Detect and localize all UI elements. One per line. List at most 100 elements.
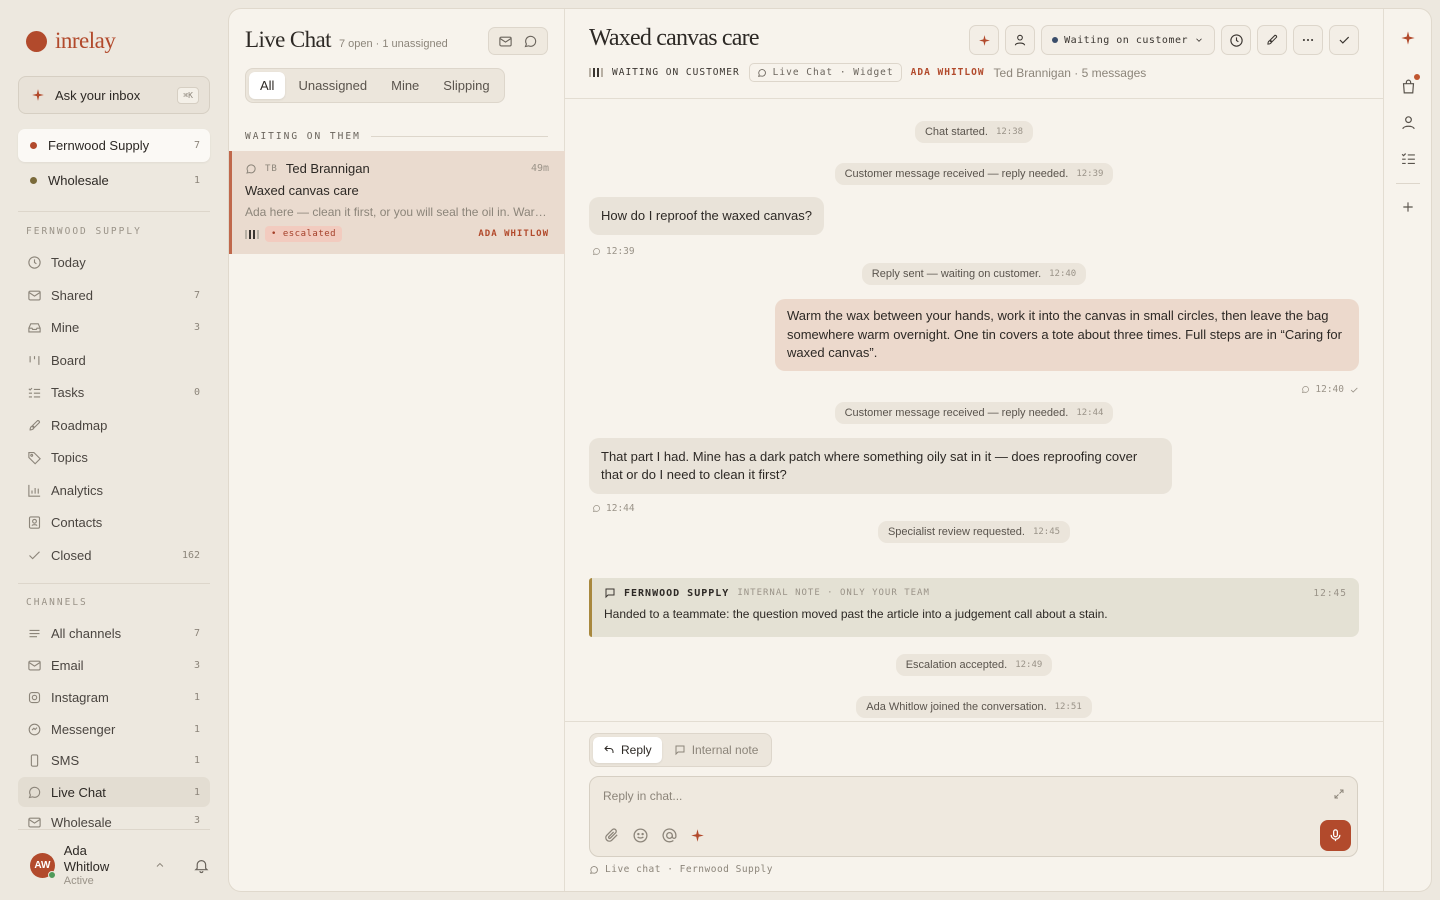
brand-logo[interactable]: inrelay: [26, 28, 116, 54]
chat-icon: [1302, 386, 1310, 394]
conversation-preview: Ada here — clean it first, or you will s…: [245, 205, 549, 219]
ai-assist-button[interactable]: [969, 25, 1000, 55]
reply-tab[interactable]: Reply: [593, 737, 662, 763]
envelope-icon[interactable]: [498, 34, 513, 49]
chat-icon: [592, 248, 600, 256]
nav-item-today[interactable]: Today: [18, 247, 210, 277]
filter-unassigned[interactable]: Unassigned: [287, 72, 378, 99]
ask-inbox-label: Ask your inbox: [55, 87, 141, 103]
workspace-dot-icon: [30, 177, 37, 184]
nav-item-shared[interactable]: Shared 7: [18, 280, 210, 310]
nav-item-mine[interactable]: Mine 3: [18, 312, 210, 342]
bell-icon[interactable]: [193, 857, 210, 874]
channel-item-messenger[interactable]: Messenger 1: [18, 714, 210, 744]
event-time: 12:49: [1015, 660, 1043, 670]
comment-icon: [675, 745, 685, 756]
instagram-icon: [28, 691, 41, 703]
workspace-wholesale[interactable]: Wholesale 1: [18, 164, 210, 197]
ask-inbox-button[interactable]: Ask your inbox ⌘K: [18, 76, 210, 114]
nav-item-closed[interactable]: Closed 162: [18, 540, 210, 570]
user-name: Ada Whitlow: [63, 843, 110, 874]
close-conversation-button[interactable]: [1329, 25, 1359, 55]
channel-item-sms[interactable]: SMS 1: [18, 745, 210, 775]
user-menu[interactable]: AW Ada Whitlow Active: [18, 842, 210, 888]
nav-item-roadmap[interactable]: Roadmap: [18, 410, 210, 440]
conversation-view: Waxed canvas care Waiting on customer WA…: [565, 9, 1383, 891]
divider: [18, 583, 210, 584]
sparkle-icon: [32, 89, 44, 101]
internal-note-tab[interactable]: Internal note: [664, 737, 769, 763]
sparkle-icon: [978, 34, 990, 46]
group-label-text: WAITING ON THEM: [245, 131, 361, 142]
priority-bars-icon: [589, 68, 603, 77]
nav-item-analytics[interactable]: Analytics: [18, 475, 210, 505]
nav-item-board[interactable]: Board: [18, 345, 210, 375]
channel-pill[interactable]: Live Chat · Widget: [748, 63, 902, 82]
workspace-fernwood-supply[interactable]: Fernwood Supply 7: [18, 129, 210, 162]
nav-item-label: Roadmap: [51, 417, 108, 433]
channel-item-wholesale[interactable]: Wholesale 3: [18, 809, 210, 829]
emoji-icon[interactable]: [632, 827, 649, 844]
more-button[interactable]: [1293, 25, 1323, 55]
message-thread: Chat started. 12:38 Customer message rece…: [565, 99, 1383, 721]
conversation-assignee: ADA WHITLOW: [478, 229, 549, 239]
expand-icon[interactable]: [1333, 788, 1345, 800]
microphone-icon: [1330, 829, 1341, 842]
board-icon: [29, 355, 40, 365]
internal-note: FERNWOOD SUPPLY INTERNAL NOTE · ONLY YOU…: [589, 578, 1359, 637]
filter-all[interactable]: All: [249, 72, 286, 99]
filter-slipping[interactable]: Slipping: [432, 72, 500, 99]
chat-icon: [246, 163, 256, 174]
email-icon: [28, 817, 41, 828]
channel-item-label: Messenger: [51, 721, 116, 737]
channel-item-count: 3: [193, 659, 200, 671]
chat-icon[interactable]: [523, 34, 538, 49]
phone-icon: [30, 753, 39, 767]
channel-item-all[interactable]: All channels 7: [18, 618, 210, 648]
add-panel-button[interactable]: [1396, 195, 1420, 219]
assign-button[interactable]: [1005, 25, 1036, 55]
paperclip-icon[interactable]: [603, 827, 620, 844]
channel-item-email[interactable]: Email 3: [18, 650, 210, 680]
nav-item-label: Today: [51, 254, 86, 270]
status-dropdown[interactable]: Waiting on customer: [1041, 25, 1215, 55]
nav-item-topics[interactable]: Topics: [18, 442, 210, 472]
orders-button[interactable]: [1396, 74, 1420, 98]
mention-icon[interactable]: [661, 827, 678, 844]
channel-item-instagram[interactable]: Instagram 1: [18, 682, 210, 712]
snooze-button[interactable]: [1221, 25, 1251, 55]
reply-editor[interactable]: Reply in chat...: [589, 776, 1358, 857]
event-text: Escalation accepted.: [905, 659, 1008, 671]
clock-icon: [28, 255, 41, 269]
conversation-title: Waxed canvas care: [589, 25, 759, 51]
channel-item-label: SMS: [51, 752, 80, 768]
chart-icon: [28, 484, 41, 497]
nav-item-tasks[interactable]: Tasks 0: [18, 377, 210, 407]
tasks-panel-button[interactable]: [1396, 146, 1420, 170]
event-time: 12:44: [1076, 408, 1104, 418]
messenger-icon: [28, 723, 41, 735]
roadmap-button[interactable]: [1257, 25, 1287, 55]
workspace-count: 1: [193, 175, 200, 186]
nav-item-label: Shared: [51, 287, 93, 303]
conversation-meta: WAITING ON CUSTOMER Live Chat · Widget A…: [589, 63, 1146, 82]
user-icon: [1014, 34, 1026, 46]
sparkle-icon[interactable]: [690, 828, 705, 843]
nav-item-contacts[interactable]: Contacts: [18, 507, 210, 537]
voice-record-button[interactable]: [1320, 820, 1351, 851]
channel-item-live-chat[interactable]: Live Chat 1: [18, 777, 210, 807]
channel-item-count: 7: [193, 627, 200, 639]
reply-placeholder[interactable]: Reply in chat...: [603, 789, 682, 803]
contact-panel-button[interactable]: [1396, 110, 1420, 134]
tasks-icon: [1401, 152, 1415, 164]
reply-arrow-icon: [604, 745, 614, 753]
conversation-item[interactable]: TB Ted Brannigan 49m Waxed canvas care A…: [229, 151, 565, 254]
divider: [565, 721, 1383, 722]
chevron-up-icon[interactable]: [154, 859, 166, 871]
filter-mine[interactable]: Mine: [380, 72, 430, 99]
check-icon: [1339, 36, 1350, 44]
event-text: Customer message received — reply needed…: [844, 407, 1069, 419]
plus-icon: [1403, 202, 1413, 212]
event-time: 12:39: [1076, 169, 1104, 179]
ai-panel-button[interactable]: [1396, 26, 1420, 50]
